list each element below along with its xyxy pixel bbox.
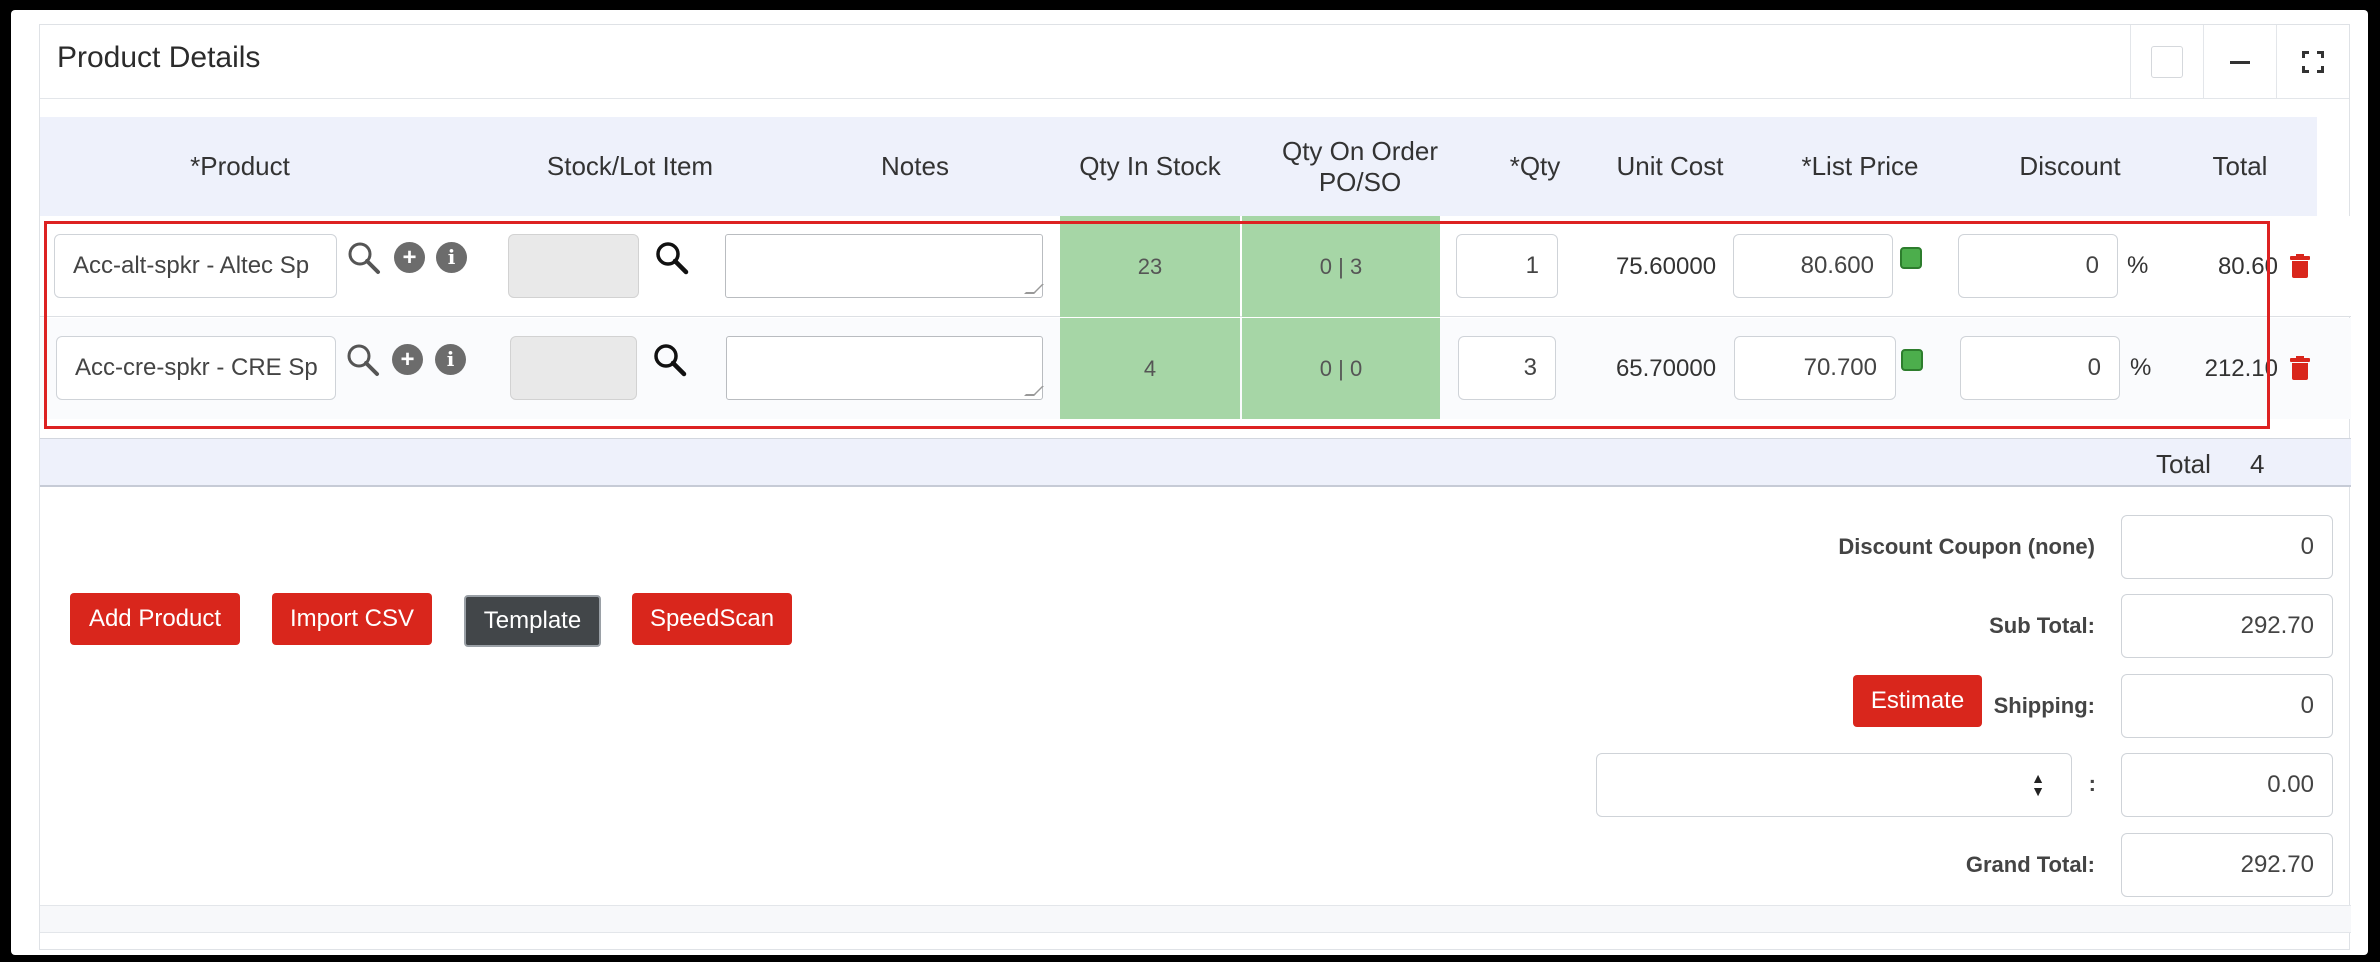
grand-total-input[interactable]: 292.70 [2121, 833, 2333, 897]
product-input[interactable]: Acc-cre-spkr - CRE Sp [56, 336, 336, 400]
card-header: Product Details [40, 25, 2349, 99]
qty-in-stock-cell: 4 [1060, 318, 1240, 419]
qty-in-stock-cell: 23 [1060, 216, 1240, 317]
maximize-button[interactable] [2276, 25, 2349, 99]
grand-total-label: Grand Total: [1965, 852, 2095, 877]
total-label: Total [2156, 449, 2211, 479]
col-list-price: *List Price [1801, 151, 1919, 181]
info-icon[interactable]: i [435, 344, 466, 375]
col-discount: Discount [2019, 151, 2121, 181]
discount-coupon-input[interactable]: 0 [2121, 515, 2333, 579]
price-money-icon[interactable] [1901, 349, 1923, 371]
totals-bar: Total 4 [40, 438, 2351, 487]
speedscan-button[interactable]: SpeedScan [632, 593, 792, 645]
shipping-label: Shipping: [1993, 693, 2095, 718]
expand-icon [2302, 51, 2324, 73]
trash-icon[interactable] [2290, 254, 2310, 278]
qty-input[interactable]: 3 [1458, 336, 1556, 400]
notes-textarea[interactable] [725, 234, 1043, 298]
tax-colon: : [2088, 771, 2096, 796]
card-tools [2130, 25, 2349, 99]
unit-cost-value: 75.60000 [1615, 252, 1717, 280]
discount-input[interactable]: 0 [1960, 336, 2120, 400]
search-icon[interactable] [345, 342, 381, 378]
sub-total-input[interactable]: 292.70 [2121, 594, 2333, 658]
col-notes: Notes [881, 151, 949, 181]
qty-on-order-cell: 0 | 3 [1242, 216, 1440, 317]
lot-search-icon[interactable] [654, 240, 690, 276]
import-csv-button[interactable]: Import CSV [272, 593, 432, 645]
discount-percent: % [2127, 252, 2149, 279]
price-money-icon[interactable] [1900, 247, 1922, 269]
col-qty-in-stock: Qty In Stock [1079, 151, 1221, 181]
estimate-button[interactable]: Estimate [1853, 675, 1982, 727]
sub-total-label: Sub Total: [1989, 613, 2095, 638]
notes-textarea[interactable] [726, 336, 1043, 400]
add-circle-icon[interactable]: + [394, 242, 425, 273]
col-qty-on-order: Qty On Order PO/SO [1281, 135, 1439, 197]
col-product: *Product [190, 151, 290, 181]
shipping-input[interactable]: 0 [2121, 674, 2333, 738]
product-input[interactable]: Acc-alt-spkr - Altec Sp [54, 234, 337, 298]
table-header: *Product Stock/Lot Item Notes Qty In Sto… [40, 117, 2317, 216]
add-circle-icon[interactable]: + [392, 344, 423, 375]
stock-lot-field[interactable] [510, 336, 637, 400]
row-total-value: 80.60 [2217, 252, 2278, 280]
select-arrows-icon: ▲ ▼ [2031, 770, 2045, 799]
minus-icon [2230, 60, 2250, 64]
card-footer [40, 905, 2351, 933]
total-qty-value: 4 [2250, 449, 2265, 479]
lot-search-icon[interactable] [652, 342, 688, 378]
table-row: Acc-alt-spkr - Altec Sp + i 23 0 | 3 1 7… [40, 216, 2351, 317]
row-total-value: 212.10 [2204, 354, 2278, 382]
col-unit-cost: Unit Cost [1616, 151, 1724, 181]
discount-input[interactable]: 0 [1958, 234, 2118, 298]
tax-select[interactable]: ▲ ▼ [1596, 753, 2072, 817]
search-icon[interactable] [346, 240, 382, 276]
window-frame: Product Details *Product Stock/Lot Item … [11, 10, 2368, 955]
trash-icon[interactable] [2290, 356, 2310, 380]
unit-cost-value: 65.70000 [1615, 354, 1717, 382]
add-product-button[interactable]: Add Product [70, 593, 240, 645]
col-stock-lot: Stock/Lot Item [546, 151, 714, 181]
qty-on-order-cell: 0 | 0 [1242, 318, 1440, 419]
col-total: Total [2212, 151, 2268, 181]
product-details-card: Product Details *Product Stock/Lot Item … [39, 24, 2351, 950]
discount-coupon-label: Discount Coupon (none) [1838, 534, 2095, 559]
minimize-button[interactable] [2203, 25, 2276, 99]
list-price-input[interactable]: 70.700 [1734, 336, 1896, 400]
select-checkbox-tool[interactable] [2130, 25, 2203, 99]
qty-input[interactable]: 1 [1456, 234, 1558, 298]
info-icon[interactable]: i [436, 242, 467, 273]
list-price-input[interactable]: 80.600 [1733, 234, 1893, 298]
tax-value-input[interactable]: 0.00 [2121, 753, 2333, 817]
stock-lot-field[interactable] [508, 234, 639, 298]
card-title: Product Details [57, 41, 261, 74]
discount-percent: % [2130, 354, 2152, 381]
checkbox-icon[interactable] [2151, 46, 2183, 78]
table-row: Acc-cre-spkr - CRE Sp + i 4 0 | 0 3 65.7… [40, 318, 2351, 419]
template-button[interactable]: Template [464, 595, 601, 647]
